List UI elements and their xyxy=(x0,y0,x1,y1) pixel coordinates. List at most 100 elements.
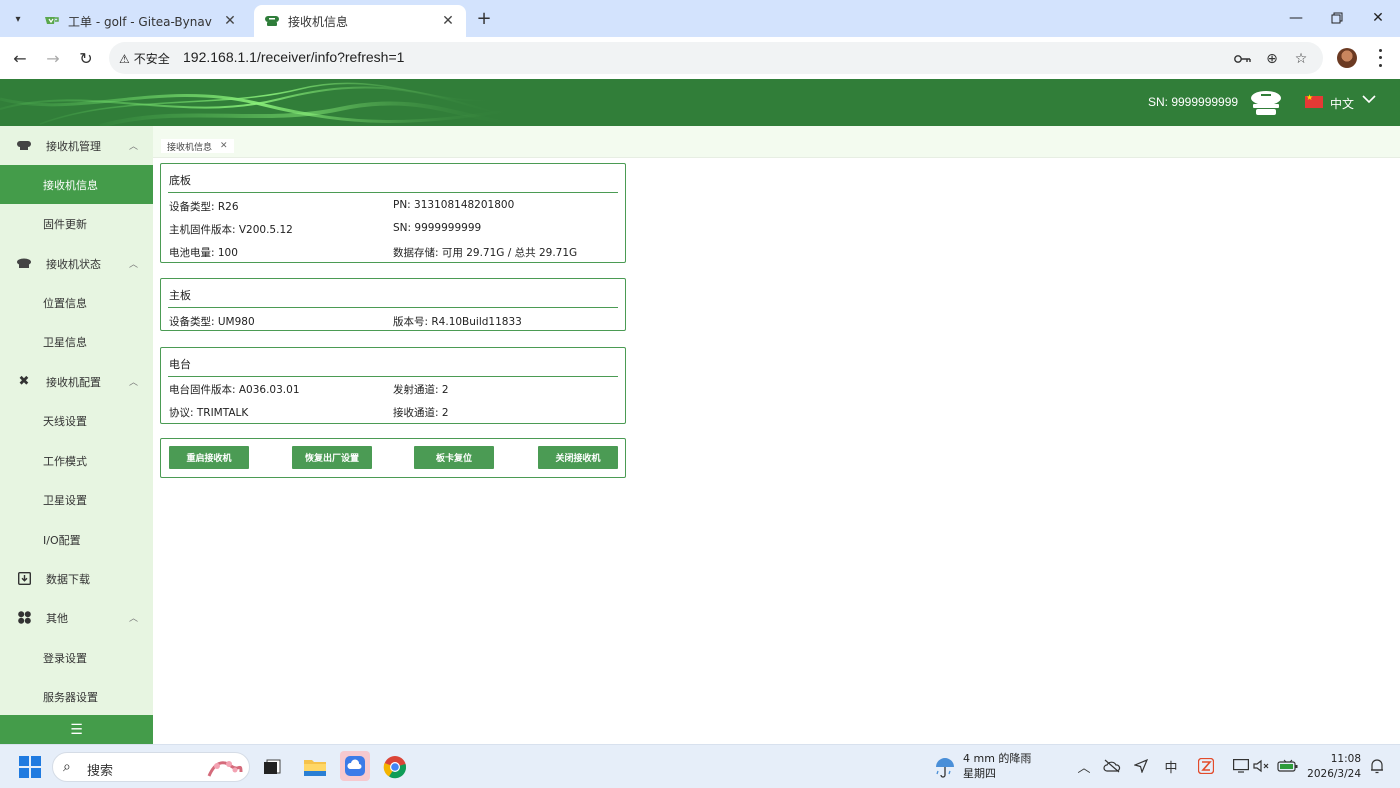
panel-title: 电台 xyxy=(169,358,191,371)
notification-bell-icon[interactable] xyxy=(1368,757,1386,775)
taskbar-clock[interactable]: 11:08 2026/3/24 xyxy=(1305,752,1361,782)
version-value: 版本号: R4.10Build11833 xyxy=(393,316,522,328)
forward-arrow-icon[interactable]: → xyxy=(42,47,64,69)
sidebar-group-label: 接收机配置 xyxy=(46,375,101,389)
wps-icon[interactable] xyxy=(1197,757,1215,775)
firmware-version: 主机固件版本: V200.5.12 xyxy=(169,224,293,236)
sidebar-item-label: 接收机信息 xyxy=(43,178,98,192)
sidebar-item-label: 工作模式 xyxy=(43,454,87,468)
bookmark-star-icon[interactable]: ☆ xyxy=(1292,50,1310,68)
close-icon[interactable]: ✕ xyxy=(222,13,238,29)
sidebar-collapse-button[interactable]: ☰ xyxy=(0,715,153,744)
shutdown-receiver-button[interactable]: 关闭接收机 xyxy=(538,446,618,469)
gitea-favicon-icon xyxy=(44,13,60,29)
factory-reset-button[interactable]: 恢复出厂设置 xyxy=(292,446,372,469)
weather-widget[interactable]: 4 mm 的降雨 星期四 xyxy=(963,751,1031,781)
url-text[interactable]: 192.168.1.1/receiver/info?refresh=1 xyxy=(183,49,404,65)
header-wave-decoration xyxy=(0,82,520,126)
new-tab-plus-icon[interactable]: + xyxy=(474,8,494,29)
header-sn: SN: 9999999999 xyxy=(1148,95,1239,109)
receiver-favicon-icon xyxy=(264,13,280,29)
task-view-icon[interactable] xyxy=(259,754,285,780)
zoom-icon[interactable]: ⊕ xyxy=(1263,50,1281,68)
location-arrow-icon[interactable] xyxy=(1132,757,1150,775)
back-arrow-icon[interactable]: ← xyxy=(9,47,31,69)
chevron-up-icon: ︿ xyxy=(129,378,139,388)
sidebar-group-receiver-config[interactable]: ✖ 接收机配置 ︿ xyxy=(0,362,153,401)
page-tab-receiver-info[interactable]: 接收机信息 ✕ xyxy=(161,139,234,153)
mainboard-panel: 主板 设备类型: UM980 版本号: R4.10Build11833 xyxy=(160,278,626,331)
close-icon[interactable]: ✕ xyxy=(220,141,228,151)
sidebar-group-receiver-manage[interactable]: 接收机管理 ︿ xyxy=(0,126,153,165)
file-explorer-icon[interactable] xyxy=(302,754,328,780)
battery-icon[interactable] xyxy=(1277,757,1299,775)
sidebar-group-data-download[interactable]: 数据下载 xyxy=(0,559,153,598)
tab-search-chevron-icon[interactable]: ▾ xyxy=(7,8,29,30)
minimize-icon[interactable]: — xyxy=(1284,6,1308,30)
sidebar-item-satellite-info[interactable]: 卫星信息 xyxy=(0,322,153,361)
sidebar-item-io-config[interactable]: I/O配置 xyxy=(0,520,153,559)
sidebar-item-antenna-settings[interactable]: 天线设置 xyxy=(0,401,153,440)
app-header: SN: 9999999999 中文 xyxy=(0,79,1400,126)
sidebar-group-label: 接收机管理 xyxy=(46,139,101,153)
taskbar-search[interactable]: ⌕ 搜索 xyxy=(52,752,250,782)
weather-summary: 4 mm 的降雨 xyxy=(963,752,1032,765)
display-network-icon[interactable] xyxy=(1232,757,1250,775)
sidebar-group-label: 其他 xyxy=(46,611,68,625)
china-flag-icon[interactable] xyxy=(1305,93,1323,108)
browser-menu-icon[interactable] xyxy=(1374,47,1386,69)
speaker-muted-icon[interactable] xyxy=(1253,757,1271,775)
windows-start-icon[interactable] xyxy=(17,754,43,780)
sn-value: SN: 9999999999 xyxy=(393,222,482,234)
panel-title: 主板 xyxy=(169,289,191,302)
grid-icon xyxy=(16,610,32,626)
search-label: 搜索 xyxy=(87,764,114,779)
chevron-up-icon: ︿ xyxy=(129,260,139,270)
search-icon: ⌕ xyxy=(63,759,71,775)
chevron-up-icon[interactable]: ︿ xyxy=(1075,757,1093,776)
profile-avatar[interactable] xyxy=(1337,48,1357,68)
language-selector[interactable]: 中文 xyxy=(1330,95,1354,112)
weather-day: 星期四 xyxy=(963,767,996,780)
chevron-down-icon[interactable] xyxy=(1362,92,1376,108)
password-key-icon[interactable] xyxy=(1234,50,1252,68)
chevron-up-icon: ︿ xyxy=(129,142,139,152)
ime-indicator[interactable]: 中 xyxy=(1162,757,1180,776)
address-bar[interactable]: ⚠ 不安全 192.168.1.1/receiver/info?refresh=… xyxy=(109,42,1323,74)
close-icon[interactable]: ✕ xyxy=(440,13,456,29)
sidebar-group-label: 接收机状态 xyxy=(46,257,101,271)
sidebar-item-server-settings[interactable]: 服务器设置 xyxy=(0,677,153,716)
sidebar-item-position-info[interactable]: 位置信息 xyxy=(0,283,153,322)
browser-tab-receiver-info[interactable]: 接收机信息 ✕ xyxy=(254,5,466,37)
sidebar-item-firmware-update[interactable]: 固件更新 xyxy=(0,204,153,243)
board-reset-button[interactable]: 板卡复位 xyxy=(414,446,494,469)
sidebar-group-receiver-status[interactable]: 接收机状态 ︿ xyxy=(0,244,153,283)
clock-time: 11:08 xyxy=(1330,753,1361,765)
restore-window-icon[interactable] xyxy=(1325,6,1349,30)
rain-weather-icon[interactable] xyxy=(932,754,958,780)
security-chip[interactable]: ⚠ 不安全 xyxy=(119,50,170,67)
sidebar-item-satellite-settings[interactable]: 卫星设置 xyxy=(0,480,153,519)
sidebar-group-other[interactable]: 其他 ︿ xyxy=(0,598,153,637)
close-window-icon[interactable]: ✕ xyxy=(1366,6,1390,30)
sidebar-item-label: 天线设置 xyxy=(43,414,87,428)
sidebar-item-login-settings[interactable]: 登录设置 xyxy=(0,638,153,677)
cloud-app-icon[interactable] xyxy=(340,751,370,781)
pn-value: PN: 313108148201800 xyxy=(393,199,515,211)
reload-icon[interactable]: ↻ xyxy=(75,47,97,69)
radio-panel: 电台 电台固件版本: A036.03.01 发射通道: 2 协议: TRIMTA… xyxy=(160,347,626,424)
device-type: 设备类型: UM980 xyxy=(169,316,255,328)
sidebar-item-label: 服务器设置 xyxy=(43,690,98,704)
sidebar-item-receiver-info[interactable]: 接收机信息 xyxy=(0,165,153,204)
chrome-icon[interactable] xyxy=(382,754,408,780)
restart-receiver-button[interactable]: 重启接收机 xyxy=(169,446,249,469)
tools-icon: ✖ xyxy=(18,374,30,389)
baseboard-panel: 底板 设备类型: R26 PN: 313108148201800 主机固件版本:… xyxy=(160,163,626,263)
protocol-value: 协议: TRIMTALK xyxy=(169,407,249,419)
tab-title: 接收机信息 xyxy=(288,14,349,29)
divider xyxy=(168,376,618,377)
browser-tab-gitea[interactable]: 工单 - golf - Gitea-Bynav ✕ xyxy=(34,5,248,37)
sidebar-item-label: 登录设置 xyxy=(43,651,87,665)
sidebar-item-work-mode[interactable]: 工作模式 xyxy=(0,441,153,480)
cloud-off-icon[interactable] xyxy=(1103,757,1121,775)
